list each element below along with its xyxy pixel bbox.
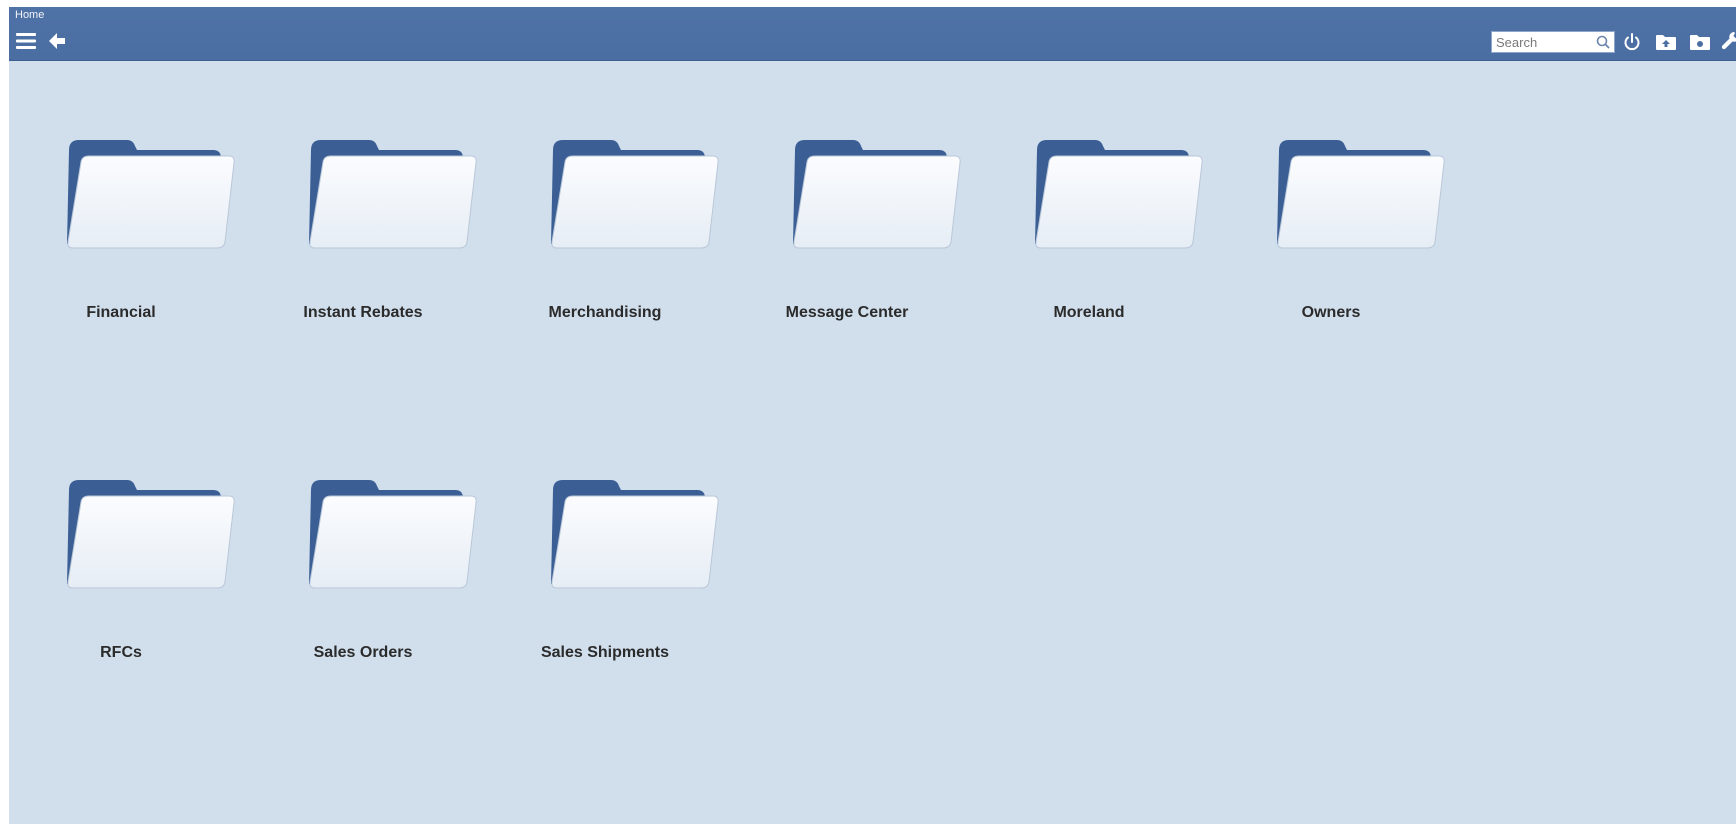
folder-tile-rfcs[interactable]: RFCs <box>11 472 235 702</box>
folder-icon <box>551 140 719 249</box>
folder-tile-owners[interactable]: Owners <box>1221 132 1445 362</box>
folder-label: Merchandising <box>548 304 662 321</box>
folder-icon <box>67 480 235 589</box>
folder-tile-instant-rebates[interactable]: Instant Rebates <box>253 132 477 362</box>
folder-label: Instant Rebates <box>303 304 423 321</box>
folder-tile-sales-shipments[interactable]: Sales Shipments <box>495 472 719 702</box>
search-icon[interactable] <box>1595 34 1611 50</box>
app-window: Home Search Financial Instant Rebates Me… <box>9 7 1736 824</box>
folder-tile-financial[interactable]: Financial <box>11 132 235 362</box>
folder-label: Sales Orders <box>313 644 413 661</box>
folder-icon <box>551 480 719 589</box>
search-field[interactable] <box>1491 31 1615 53</box>
folder-label: Moreland <box>1053 304 1125 321</box>
folder-tile-sales-orders[interactable]: Sales Orders <box>253 472 477 702</box>
folder-tile-merchandising[interactable]: Merchandising <box>495 132 719 362</box>
folder-label: RFCs <box>100 644 142 661</box>
folder-label: Message Center <box>785 304 909 321</box>
top-toolbar: Home <box>9 7 1736 61</box>
breadcrumb[interactable]: Home <box>15 9 44 21</box>
folder-icon <box>1277 140 1445 249</box>
folder-tile-moreland[interactable]: Moreland <box>979 132 1203 362</box>
search-input[interactable] <box>1496 33 1592 51</box>
folder-icon[interactable] <box>1687 31 1713 53</box>
folder-tile-message-center[interactable]: Message Center <box>737 132 961 362</box>
folder-up-icon[interactable] <box>1653 31 1679 53</box>
folder-icon <box>309 140 477 249</box>
power-icon[interactable] <box>1620 30 1644 54</box>
folder-label: Sales Shipments <box>540 644 670 661</box>
folder-icon <box>1035 140 1203 249</box>
wrench-icon[interactable] <box>1719 29 1736 53</box>
folder-icon <box>793 140 961 249</box>
back-arrow-icon[interactable] <box>45 29 69 53</box>
hamburger-menu-icon[interactable] <box>13 30 39 52</box>
folder-icon <box>309 480 477 589</box>
folder-icon <box>67 140 235 249</box>
folder-label: Owners <box>1301 304 1361 321</box>
folder-label: Financial <box>86 304 156 321</box>
